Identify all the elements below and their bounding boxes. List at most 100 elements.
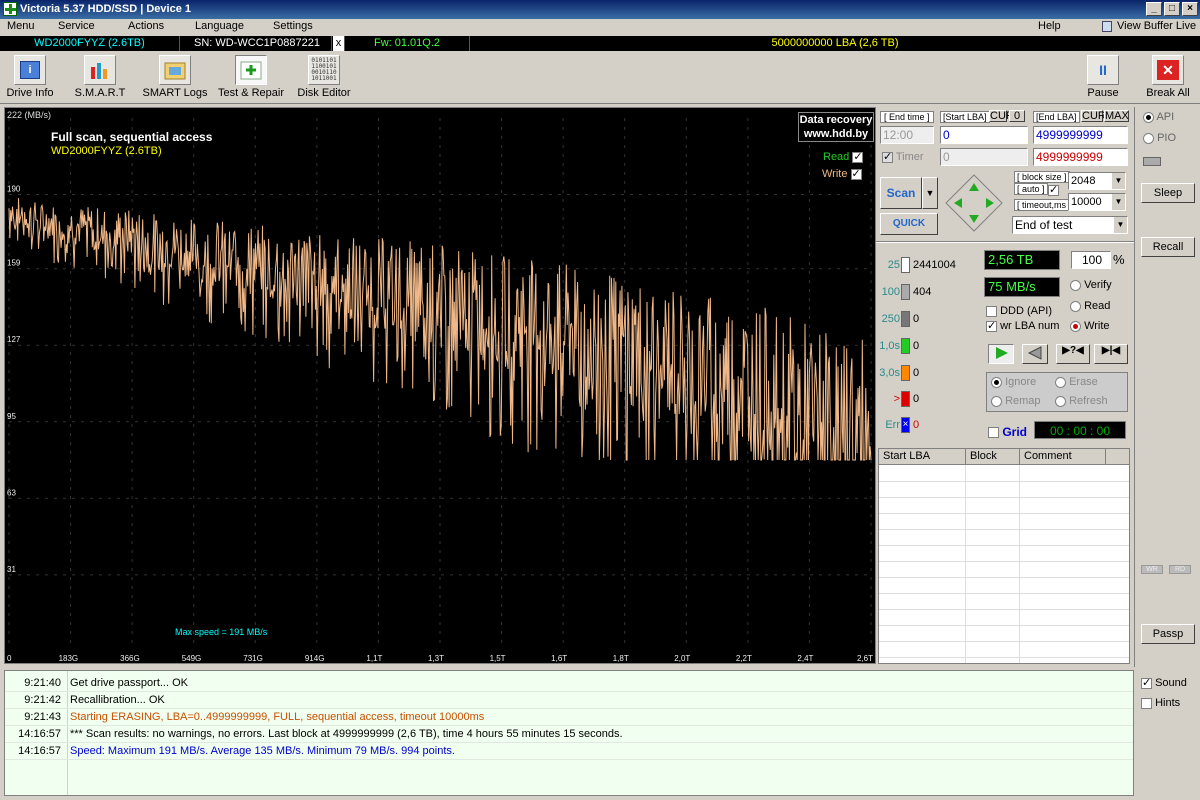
minimize-button[interactable]: _ <box>1146 2 1162 16</box>
timer-checkbox[interactable]: Timer <box>882 150 924 163</box>
end-lba-secondary-input[interactable]: 4999999999 <box>1033 148 1128 166</box>
end-of-test-select[interactable]: End of test ▼ <box>1012 216 1128 234</box>
sound-checkbox[interactable]: Sound <box>1141 676 1187 689</box>
end-lba-max-button[interactable]: MAX <box>1104 110 1129 122</box>
ignore-radio[interactable]: Ignore <box>991 376 1036 388</box>
end-lba-label: [End LBA] <box>1033 111 1080 123</box>
wr-lba-num-checkbox[interactable]: wr LBA num <box>986 319 1059 332</box>
x-tick-label: 1,8T <box>613 654 629 663</box>
scan-dropdown-button[interactable]: ▼ <box>922 177 938 209</box>
refresh-radio[interactable]: Refresh <box>1055 395 1108 407</box>
disk-editor-button[interactable]: 0101101 1100101 0010110 1011001 Disk Editor <box>296 55 352 99</box>
disk-editor-icon: 0101101 1100101 0010110 1011001 <box>308 55 340 85</box>
menu-item-menu[interactable]: Menu <box>7 20 35 32</box>
x-tick-label: 2,4T <box>797 654 813 663</box>
max-speed-label: Max speed = 191 MB/s <box>175 627 268 637</box>
play-button[interactable] <box>988 344 1014 364</box>
y-tick-label: 127 <box>7 335 21 344</box>
remap-radio[interactable]: Remap <box>991 395 1041 407</box>
api-radio[interactable]: API <box>1143 111 1174 123</box>
ddd-api-checkbox[interactable]: DDD (API) <box>986 305 1052 317</box>
sleep-button[interactable]: Sleep <box>1141 183 1195 203</box>
timer-input[interactable]: 0 <box>940 148 1028 166</box>
start-lba-cur-button[interactable]: CUR <box>989 110 1014 122</box>
stat-label: 1,0s <box>879 340 900 352</box>
log-message: Speed: Maximum 191 MB/s. Average 135 MB/… <box>70 745 455 757</box>
auto-label: [ auto ] <box>1014 183 1048 195</box>
x-tick-label: 731G <box>243 654 263 663</box>
recall-button[interactable]: Recall <box>1141 237 1195 257</box>
start-lba-zero-button[interactable]: 0 <box>1009 110 1025 122</box>
y-tick-label: 31 <box>7 565 16 574</box>
view-buffer-live[interactable]: View Buffer Live <box>1117 20 1196 32</box>
data-recovery-badge[interactable]: Data recovery www.hdd.by <box>798 112 874 142</box>
rewind-button[interactable] <box>1022 344 1048 364</box>
buffer-icon <box>1102 21 1112 32</box>
end-lba-cur-button[interactable]: CUR <box>1081 110 1106 122</box>
x-tick-label: 183G <box>59 654 79 663</box>
pio-radio[interactable]: PIO <box>1143 132 1176 144</box>
close-window-button[interactable]: × <box>1182 2 1198 16</box>
repair-options-box: Ignore Erase Remap Refresh <box>986 372 1128 412</box>
side-panel: API PIO Sleep Recall WR RD Passp Sound H… <box>1134 107 1200 709</box>
log-message: Starting ERASING, LBA=0..4999999999, FUL… <box>70 711 485 723</box>
menu-bar: Menu Service Actions Language Settings H… <box>0 19 1200 35</box>
hints-checkbox[interactable]: Hints <box>1141 697 1180 709</box>
pause-button[interactable]: II Pause <box>1085 55 1121 99</box>
quick-button[interactable]: QUICK <box>880 213 938 235</box>
smart-logs-button[interactable]: SMART Logs <box>142 55 208 99</box>
y-tick-label: 95 <box>7 412 16 421</box>
col-start-lba[interactable]: Start LBA <box>883 450 930 462</box>
x-tick-label: 914G <box>305 654 325 663</box>
end-time-input[interactable]: 12:00 <box>880 126 934 144</box>
log-row: 9:21:40 Get drive passport... OK <box>5 675 1133 692</box>
stat-label: > <box>893 393 900 405</box>
start-lba-label: [Start LBA] <box>940 111 990 123</box>
stat-label: 3,0s <box>879 367 900 379</box>
skip-unknown-button[interactable]: ▶?◀ <box>1056 344 1090 364</box>
menu-item-settings[interactable]: Settings <box>273 20 313 32</box>
stat-count: 0 <box>913 367 920 379</box>
speed-chart-svg: 0 183G 366G 549G 731G 914G 1,1T 1,3T 1,5T 1,6T 1,8… <box>7 118 873 663</box>
read-radio[interactable]: Read <box>1070 300 1110 312</box>
menu-item-actions[interactable]: Actions <box>128 20 164 32</box>
x-tick-label: 2,6T <box>857 654 873 663</box>
drive-info-button[interactable]: i Drive Info <box>4 55 56 99</box>
read-legend[interactable]: Read <box>823 150 864 163</box>
maximize-button[interactable]: □ <box>1164 2 1180 16</box>
write-legend[interactable]: Write <box>822 167 862 180</box>
write-radio[interactable]: Write <box>1070 320 1110 332</box>
smart-button[interactable]: S.M.A.R.T <box>72 55 128 99</box>
block-size-select[interactable]: 2048 ▼ <box>1068 172 1126 190</box>
drive-model[interactable]: WD2000FYYZ (2.6TB) <box>0 36 180 51</box>
close-drive-icon[interactable]: x <box>333 36 345 51</box>
log-time: 14:16:57 <box>18 728 61 740</box>
auto-checkbox[interactable] <box>1048 183 1059 196</box>
menu-item-service[interactable]: Service <box>58 20 95 32</box>
drive-info-icon: i <box>14 55 46 85</box>
timeout-select[interactable]: 10000 ▼ <box>1068 193 1126 211</box>
menu-item-language[interactable]: Language <box>195 20 244 32</box>
toolbar: i Drive Info S.M.A.R.T SMART Logs Test &… <box>0 52 1200 104</box>
log-message: Get drive passport... OK <box>70 677 188 689</box>
col-comment[interactable]: Comment <box>1024 450 1072 462</box>
title-bar: Victoria 5.37 HDD/SSD | Device 1 _ □ × <box>0 0 1200 19</box>
verify-radio[interactable]: Verify <box>1070 279 1112 291</box>
grid-checkbox[interactable]: Grid <box>988 425 1027 439</box>
defect-table[interactable]: Start LBA Block Comment <box>878 448 1130 664</box>
menu-item-help[interactable]: Help <box>1038 20 1061 32</box>
passp-button[interactable]: Passp <box>1141 624 1195 644</box>
scan-button[interactable]: Scan <box>880 177 922 209</box>
stat-row: 100 404 <box>876 284 976 302</box>
scanned-size-display: 2,56 TB <box>984 250 1060 270</box>
start-lba-input[interactable]: 0 <box>940 126 1028 144</box>
erase-radio[interactable]: Erase <box>1055 376 1098 388</box>
jump-end-button[interactable]: ▶|◀ <box>1094 344 1128 364</box>
end-lba-input[interactable]: 4999999999 <box>1033 126 1128 144</box>
break-all-button[interactable]: ✕ Break All <box>1146 55 1190 99</box>
col-block[interactable]: Block <box>970 450 997 462</box>
event-log[interactable]: 9:21:40 Get drive passport... OK 9:21:42 … <box>4 670 1134 796</box>
direction-pad[interactable] <box>944 173 1004 233</box>
test-repair-button[interactable]: Test & Repair <box>216 55 286 99</box>
end-time-label: [ End time ] <box>880 111 934 123</box>
